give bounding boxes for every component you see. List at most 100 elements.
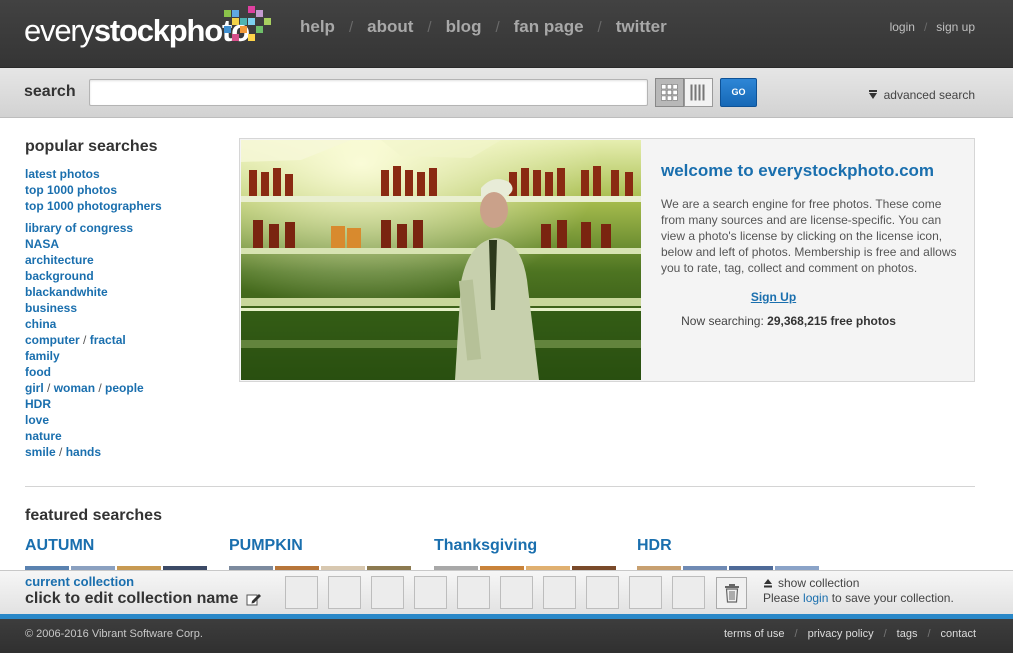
popular-link-top-1000-photographers[interactable]: top 1000 photographers bbox=[25, 199, 162, 213]
login-link[interactable]: login bbox=[890, 20, 915, 34]
collection-slot[interactable] bbox=[414, 576, 447, 609]
view-toggle bbox=[655, 78, 713, 107]
featured-autumn[interactable]: AUTUMN bbox=[25, 537, 94, 555]
section-divider bbox=[25, 486, 975, 487]
collection-slot[interactable] bbox=[629, 576, 662, 609]
footer-contact-link[interactable]: contact bbox=[941, 628, 976, 640]
nav-help[interactable]: help bbox=[300, 17, 335, 37]
nav-fan-page[interactable]: fan page bbox=[514, 17, 584, 37]
nav-separator: / bbox=[427, 18, 432, 36]
photo-count: 29,368,215 free photos bbox=[767, 314, 896, 328]
popular-link-computer[interactable]: computer bbox=[25, 333, 80, 347]
nav-blog[interactable]: blog bbox=[446, 17, 482, 37]
logo-squares-icon bbox=[224, 6, 271, 42]
popular-searches: popular searches latest photos top 1000 … bbox=[25, 138, 225, 460]
grid-view-button[interactable] bbox=[655, 78, 684, 107]
link-separator: / bbox=[43, 381, 54, 395]
footer-tags-link[interactable]: tags bbox=[897, 628, 918, 640]
save-collection-note: Please login to save your collection. bbox=[763, 591, 954, 605]
footer-terms-link[interactable]: terms of use bbox=[724, 628, 785, 640]
column-view-button[interactable] bbox=[684, 78, 713, 107]
footer-separator: / bbox=[794, 628, 798, 640]
top-header: everystockphoto help / about / blog / fa… bbox=[0, 0, 1013, 68]
current-collection-label: current collection bbox=[25, 574, 135, 589]
go-button[interactable]: GO bbox=[720, 78, 757, 107]
user-nav: login / sign up bbox=[890, 20, 975, 34]
popular-link-smile[interactable]: smile bbox=[25, 445, 56, 459]
popular-link-nasa[interactable]: NASA bbox=[25, 237, 59, 251]
popular-link-blackandwhite[interactable]: blackandwhite bbox=[25, 285, 108, 299]
popular-link-background[interactable]: background bbox=[25, 269, 94, 283]
link-separator: / bbox=[79, 333, 90, 347]
popular-link-fractal[interactable]: fractal bbox=[90, 333, 126, 347]
search-bar: search GO advanced search bbox=[0, 68, 1013, 118]
popular-link-architecture[interactable]: architecture bbox=[25, 253, 94, 267]
main-nav: help / about / blog / fan page / twitter bbox=[300, 17, 667, 37]
advanced-search-label: advanced search bbox=[883, 88, 975, 102]
trash-icon bbox=[724, 584, 739, 603]
search-input[interactable] bbox=[89, 79, 648, 106]
collection-slot[interactable] bbox=[328, 576, 361, 609]
popular-searches-title: popular searches bbox=[25, 138, 158, 155]
popular-link-hdr[interactable]: HDR bbox=[25, 397, 51, 411]
arrow-up-icon bbox=[764, 579, 772, 588]
featured-photo[interactable] bbox=[241, 140, 641, 380]
collection-slot[interactable] bbox=[371, 576, 404, 609]
collection-slot[interactable] bbox=[457, 576, 490, 609]
popular-link-girl[interactable]: girl bbox=[25, 381, 44, 395]
photo-counter: Now searching: 29,368,215 free photos bbox=[661, 314, 916, 328]
popular-link-woman[interactable]: woman bbox=[54, 381, 95, 395]
footer: © 2006-2016 Vibrant Software Corp. terms… bbox=[0, 619, 1013, 653]
logo-wordmark: everystockphoto bbox=[24, 13, 250, 49]
popular-link-food[interactable]: food bbox=[25, 365, 51, 379]
popular-searches-list: latest photos top 1000 photos top 1000 p… bbox=[25, 166, 225, 460]
link-separator: / bbox=[55, 445, 66, 459]
copyright: © 2006-2016 Vibrant Software Corp. bbox=[25, 628, 203, 640]
collection-slot[interactable] bbox=[672, 576, 705, 609]
site-logo[interactable]: everystockphoto bbox=[24, 6, 274, 56]
signup-link[interactable]: sign up bbox=[936, 20, 975, 34]
advanced-search-link[interactable]: advanced search bbox=[868, 88, 975, 102]
collection-name[interactable]: click to edit collection name bbox=[25, 590, 262, 608]
popular-link-china[interactable]: china bbox=[25, 317, 56, 331]
featured-pumpkin[interactable]: PUMPKIN bbox=[229, 537, 303, 555]
supermarket-photo-image bbox=[241, 140, 641, 380]
welcome-text: welcome to everystockphoto.com We are a … bbox=[661, 161, 961, 328]
collection-slot[interactable] bbox=[543, 576, 576, 609]
popular-link-business[interactable]: business bbox=[25, 301, 77, 315]
popular-link-people[interactable]: people bbox=[105, 381, 144, 395]
popular-link-latest-photos[interactable]: latest photos bbox=[25, 167, 100, 181]
popular-link-family[interactable]: family bbox=[25, 349, 60, 363]
arrow-down-icon bbox=[868, 90, 877, 99]
collection-bar: current collection click to edit collect… bbox=[0, 570, 1013, 614]
popular-link-library-of-congress[interactable]: library of congress bbox=[25, 221, 133, 235]
show-collection-link[interactable]: show collection bbox=[763, 576, 859, 590]
popular-link-nature[interactable]: nature bbox=[25, 429, 62, 443]
collection-login-link[interactable]: login bbox=[803, 591, 828, 605]
nav-separator: / bbox=[348, 18, 354, 36]
welcome-title: welcome to everystockphoto.com bbox=[661, 161, 935, 180]
nav-twitter[interactable]: twitter bbox=[616, 17, 667, 37]
search-label: search bbox=[24, 83, 76, 100]
featured-hdr[interactable]: HDR bbox=[637, 537, 672, 555]
welcome-body: We are a search engine for free photos. … bbox=[661, 197, 957, 275]
collection-slot[interactable] bbox=[586, 576, 619, 609]
welcome-signup-link[interactable]: Sign Up bbox=[661, 290, 886, 304]
featured-searches-title: featured searches bbox=[25, 507, 162, 524]
popular-link-hands[interactable]: hands bbox=[66, 445, 101, 459]
featured-thanksgiving[interactable]: Thanksgiving bbox=[434, 537, 537, 555]
nav-about[interactable]: about bbox=[367, 17, 413, 37]
collection-slot[interactable] bbox=[500, 576, 533, 609]
popular-link-love[interactable]: love bbox=[25, 413, 49, 427]
now-searching-label: Now searching: bbox=[681, 314, 768, 328]
trash-button[interactable] bbox=[716, 577, 747, 609]
columns-icon bbox=[690, 84, 705, 101]
grid-icon bbox=[661, 84, 678, 101]
edit-pencil-icon bbox=[246, 594, 262, 606]
popular-link-top-1000-photos[interactable]: top 1000 photos bbox=[25, 183, 117, 197]
footer-nav: terms of use / privacy policy / tags / c… bbox=[724, 628, 976, 640]
user-nav-separator: / bbox=[923, 20, 928, 34]
collection-slot[interactable] bbox=[285, 576, 318, 609]
footer-privacy-link[interactable]: privacy policy bbox=[808, 628, 874, 640]
logo-text-light: every bbox=[24, 13, 95, 48]
